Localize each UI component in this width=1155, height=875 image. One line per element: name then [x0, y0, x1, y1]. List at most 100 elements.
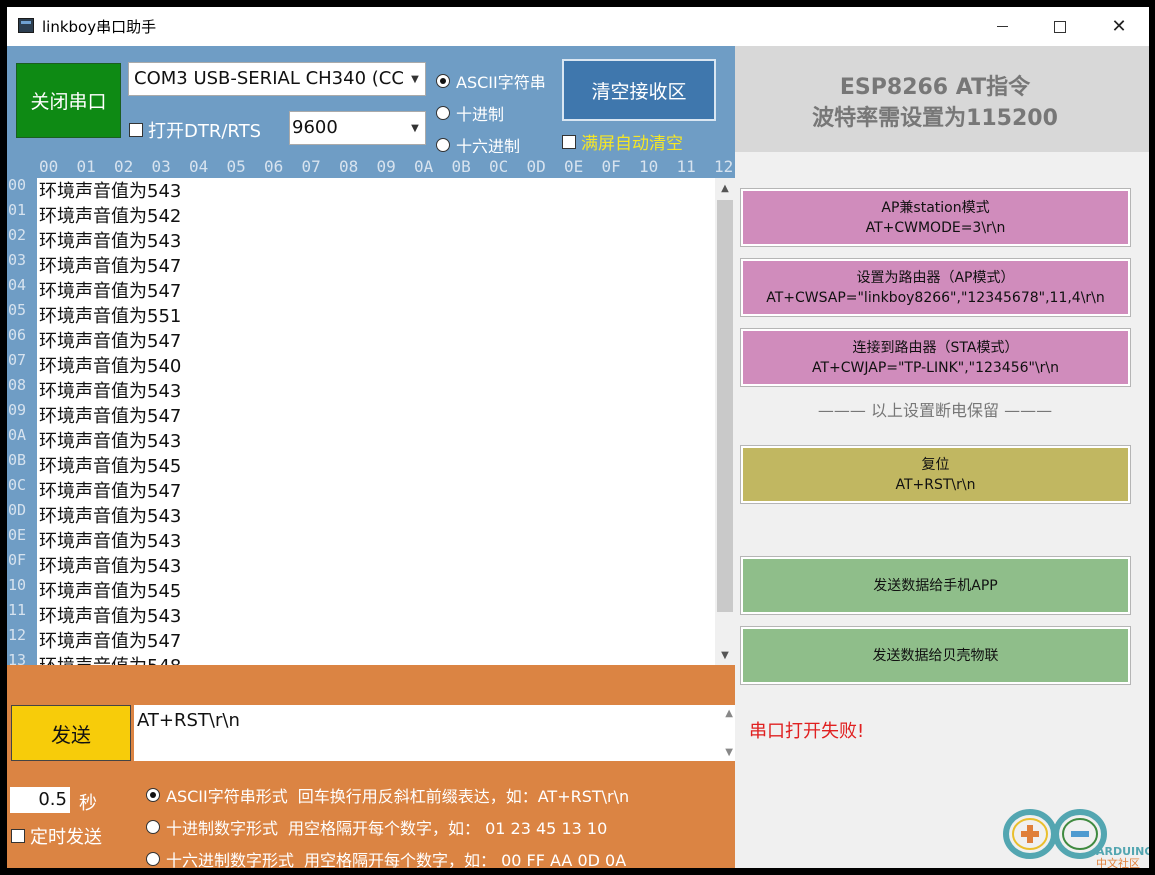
row-number: 0F	[8, 551, 27, 569]
hex-column-label: 08	[339, 157, 359, 176]
send-button[interactable]: 发送	[11, 705, 131, 761]
row-number: 01	[8, 201, 27, 219]
receive-line: 环境声音值为545	[39, 456, 182, 477]
receive-scrollbar[interactable]: ▲ ▼	[715, 178, 735, 665]
autoclear-checkbox[interactable]: 满屏自动清空	[562, 129, 683, 154]
open-port-button[interactable]: 关闭串口	[16, 63, 121, 138]
hex-column-label: 0C	[489, 157, 509, 176]
minimize-icon	[996, 26, 1008, 27]
at-cwmode-button[interactable]: AP兼station模式 AT+CWMODE=3\r\n	[740, 188, 1131, 247]
receive-line: 环境声音值为543	[39, 231, 182, 252]
port-select[interactable]: COM3 USB-SERIAL CH340 (CC ▼	[128, 62, 426, 96]
receive-line: 环境声音值为540	[39, 356, 182, 377]
receive-line: 环境声音值为547	[39, 281, 182, 302]
tx-mode-decimal-radio[interactable]: 十进制数字形式 用空格隔开每个数字，如： 01 23 45 13 10	[146, 815, 607, 839]
radio-icon	[436, 138, 450, 152]
hex-column-label: 02	[114, 157, 134, 176]
rx-mode-ascii-radio[interactable]: ASCII字符串	[436, 69, 546, 93]
at-cwsap-button[interactable]: 设置为路由器（AP模式） AT+CWSAP="linkboy8266","123…	[740, 258, 1131, 317]
at-button-title: 发送数据给贝壳物联	[872, 647, 999, 664]
at-reset-button[interactable]: 复位 AT+RST\r\n	[740, 445, 1131, 504]
send-to-iot-button[interactable]: 发送数据给贝壳物联	[740, 626, 1131, 685]
hex-column-label: 09	[376, 157, 396, 176]
hex-column-label: 0A	[414, 157, 434, 176]
send-input[interactable]: AT+RST\r\n ▲ ▼	[134, 705, 735, 761]
scroll-down-icon[interactable]: ▼	[725, 747, 733, 758]
receive-textarea[interactable]: 环境声音值为543 环境声音值为542 环境声音值为543 环境声音值为547 环境声音…	[37, 178, 715, 665]
hex-column-label: 01	[76, 157, 96, 176]
radio-icon	[146, 820, 160, 834]
at-button-title: AP兼station模式	[881, 199, 990, 216]
tx-mode-hex-desc: 用空格隔开每个数字，如： 00 FF AA 0D 0A	[304, 851, 627, 868]
hex-column-header: 00 01 02 03 04 05 06 07 08 09 0A 0B 0C 0D 0E 0F 10 11 12	[7, 153, 735, 178]
row-number: 0C	[8, 476, 27, 494]
receive-line: 环境声音值为548	[39, 652, 181, 665]
infinity-icon	[1003, 809, 1107, 859]
hex-column-label: 0B	[451, 157, 471, 176]
autoclear-label: 满屏自动清空	[581, 134, 683, 154]
scroll-up-icon[interactable]: ▲	[725, 708, 733, 719]
timed-send-checkbox[interactable]: 定时发送	[11, 823, 102, 849]
maximize-icon	[1054, 20, 1066, 33]
receive-line: 环境声音值为547	[39, 256, 182, 277]
interval-input[interactable]: 0.5	[10, 787, 70, 813]
scroll-down-icon[interactable]: ▼	[715, 645, 735, 665]
scroll-up-icon[interactable]: ▲	[715, 178, 735, 198]
checkbox-icon	[11, 829, 25, 843]
hex-column-label: 0F	[601, 157, 621, 176]
chevron-down-icon[interactable]: ▼	[405, 112, 425, 144]
hex-column-label: 06	[264, 157, 284, 176]
hex-column-label: 0D	[526, 157, 546, 176]
row-number: 11	[8, 601, 27, 619]
receive-line: 环境声音值为543	[39, 606, 182, 627]
row-number: 12	[8, 626, 27, 644]
settings-divider: ——— 以上设置断电保留 ———	[817, 401, 1053, 420]
radio-icon	[436, 106, 450, 120]
row-number: 04	[8, 276, 27, 294]
scrollbar-thumb[interactable]	[717, 200, 733, 612]
logo-sub: 中文社区	[1096, 856, 1140, 868]
hex-column-label: 07	[301, 157, 321, 176]
at-button-title: 连接到路由器（STA模式）	[852, 339, 1019, 356]
close-button[interactable]: ✕	[1090, 7, 1148, 46]
at-button-command: AT+CWSAP="linkboy8266","12345678",11,4\r…	[766, 289, 1105, 306]
status-message: 串口打开失败!	[749, 721, 865, 742]
close-icon: ✕	[1111, 16, 1127, 37]
hex-column-label: 0E	[564, 157, 584, 176]
serial-controls: 关闭串口 COM3 USB-SERIAL CH340 (CC ▼ 打开DTR/R…	[7, 46, 735, 156]
row-number: 02	[8, 226, 27, 244]
receive-line: 环境声音值为547	[39, 631, 182, 652]
arduino-logo: ARDUINO 中文社区	[1003, 809, 1149, 868]
tx-mode-ascii-radio[interactable]: ASCII字符串形式 回车换行用反斜杠前缀表达，如：AT+RST\r\n	[146, 783, 629, 807]
baud-select[interactable]: 9600 ▼	[289, 111, 426, 145]
tx-mode-hex-label: 十六进制数字形式	[166, 851, 295, 868]
timed-send-label: 定时发送	[30, 827, 102, 848]
minimize-button[interactable]	[973, 7, 1031, 46]
row-number: 03	[8, 251, 27, 269]
at-button-title: 发送数据给手机APP	[873, 577, 998, 594]
receive-line: 环境声音值为547	[39, 331, 182, 352]
receive-line: 环境声音值为543	[39, 381, 182, 402]
app-window: linkboy串口助手 ✕ 关闭串口 COM3 USB-SERIAL CH340…	[7, 7, 1149, 868]
hex-column-label: 10	[639, 157, 659, 176]
row-number-gutter: 00 01 02 03 04 05 06 07 08 09 0A 0B 0C 0D 0E 0F 10 11 12 13…	[7, 178, 37, 665]
checkbox-icon	[562, 134, 576, 149]
row-number: 00	[8, 178, 27, 194]
chevron-down-icon[interactable]: ▼	[405, 63, 425, 95]
receive-line: 环境声音值为543	[39, 506, 182, 527]
send-to-app-button[interactable]: 发送数据给手机APP	[740, 556, 1131, 615]
clear-receive-button[interactable]: 清空接收区	[562, 59, 716, 121]
tx-mode-ascii-label: ASCII字符串形式	[166, 787, 288, 806]
checkbox-icon	[129, 123, 143, 137]
esp8266-header: ESP8266 AT指令 波特率需设置为115200	[735, 46, 1149, 152]
maximize-button[interactable]	[1031, 7, 1089, 46]
rx-mode-decimal-radio[interactable]: 十进制	[436, 101, 504, 125]
at-button-command: AT+RST\r\n	[895, 476, 976, 493]
rx-mode-decimal-label: 十进制	[456, 105, 505, 124]
tx-mode-hex-radio[interactable]: 十六进制数字形式 用空格隔开每个数字，如： 00 FF AA 0D 0A	[146, 847, 626, 868]
port-select-value: COM3 USB-SERIAL CH340 (CC	[134, 68, 404, 89]
receive-line: 环境声音值为543	[39, 531, 182, 552]
row-number: 0A	[8, 426, 27, 444]
at-cwjap-button[interactable]: 连接到路由器（STA模式） AT+CWJAP="TP-LINK","123456…	[740, 328, 1131, 387]
dtr-rts-checkbox[interactable]: 打开DTR/RTS	[129, 117, 261, 143]
